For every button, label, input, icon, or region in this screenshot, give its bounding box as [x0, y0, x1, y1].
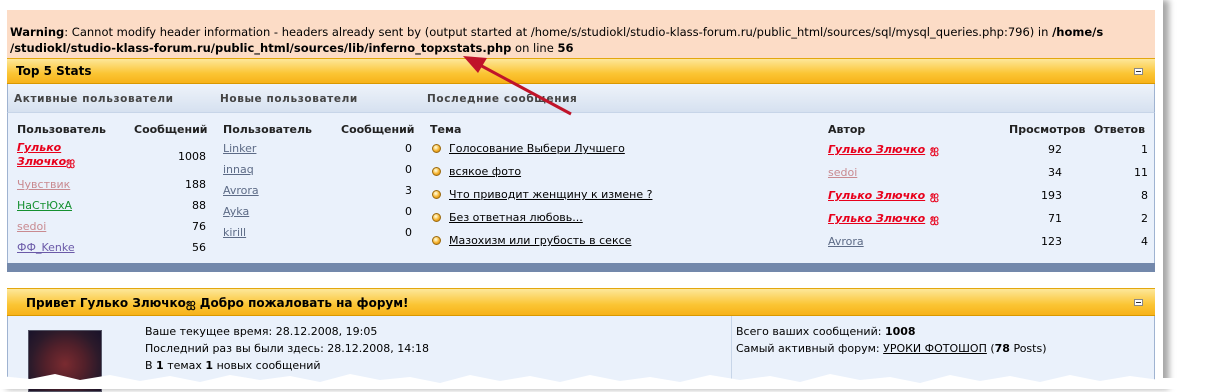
new-user-count: 0 [405, 205, 412, 218]
current-time-value: 28.12.2008, 19:05 [275, 325, 378, 338]
stats-section-headers: Активные пользователи Новые пользователи… [7, 84, 1155, 112]
active-user-count: 1008 [178, 150, 206, 163]
topic-icon [432, 144, 441, 153]
topic-link[interactable]: Что приводит женщину к измене ? [449, 188, 652, 201]
header-replies: Ответов [1094, 123, 1146, 136]
user-badge-icon: ஐ [66, 155, 75, 168]
torn-edge-shape [0, 374, 1220, 389]
new-user-name[interactable]: innaq [223, 163, 254, 176]
collapse-icon[interactable] [1134, 68, 1143, 75]
top-stats-title: Top 5 Stats [16, 64, 92, 78]
section-new-users: Новые пользователи [220, 93, 358, 105]
welcome-title: Привет Гулько Злючкоஐ Добро пожаловать н… [26, 296, 409, 312]
topic-replies: 8 [1141, 189, 1148, 202]
topic-author[interactable]: sedoi [828, 166, 857, 179]
topic-link[interactable]: Мазохизм или грубость в сексе [449, 234, 631, 247]
topic-link[interactable]: Голосование Выбери Лучшего [449, 142, 625, 155]
new-user-name[interactable]: Ayka [223, 205, 249, 218]
current-time-label: Ваше текущее время: [145, 325, 276, 338]
active-user-name[interactable]: Злючко [17, 155, 66, 168]
topic-author[interactable]: Гулько Злючко [828, 212, 925, 225]
new-user-count: 0 [405, 226, 412, 239]
total-posts: Всего ваших сообщений: 1008 [736, 325, 916, 338]
welcome-message: Добро пожаловать на форум! [195, 296, 409, 310]
welcome-header: Привет Гулько Злючкоஐ Добро пожаловать н… [7, 288, 1155, 316]
header-topic: Тема [430, 123, 462, 136]
header-messages-new: Сообщений [341, 123, 415, 136]
warning-path-2: /studiokl/studio-klass-forum.ru/public_h… [10, 41, 512, 55]
warning-line-number: 56 [557, 41, 574, 55]
new-user-name[interactable]: kirill [223, 226, 246, 239]
topic-link[interactable]: Без ответная любовь... [449, 211, 583, 224]
screenshot-frame: Warning: Cannot modify header informatio… [0, 0, 1163, 392]
last-visit: Последний раз вы были здесь: 28.12.2008,… [145, 342, 429, 355]
topic-replies: 1 [1141, 143, 1148, 156]
topic-replies: 11 [1134, 166, 1148, 179]
active-user-count: 88 [192, 199, 206, 212]
warning-text: : Cannot modify header information - hea… [64, 25, 1053, 39]
active-user-count: 76 [192, 220, 206, 233]
topic-link[interactable]: всякое фото [449, 165, 521, 178]
stats-footer-bar [7, 263, 1155, 272]
topic-icon [432, 236, 441, 245]
warning-path-1: /home/s [1052, 25, 1104, 39]
active-user-name[interactable]: Чувствик [17, 178, 70, 191]
active-forum-label: Самый активный форум: [736, 342, 884, 355]
topic-icon [432, 167, 441, 176]
active-user-count: 188 [185, 178, 206, 191]
user-badge-icon: ஐ [930, 143, 939, 156]
new-user-name[interactable]: Avrora [223, 184, 259, 197]
active-user-name[interactable]: НаСтЮхА [17, 199, 72, 212]
user-badge-icon: ஐ [930, 189, 939, 202]
active-forum-paren: ( [986, 342, 995, 355]
php-warning: Warning: Cannot modify header informatio… [7, 10, 1155, 58]
section-latest-posts: Последние сообщения [427, 93, 578, 105]
new-user-count: 0 [405, 163, 412, 176]
topic-replies: 2 [1141, 212, 1148, 225]
warning-on-line: on line [511, 41, 558, 55]
torn-edge [0, 374, 1220, 389]
active-user-1[interactable]: Гулько Злючкоஐ [17, 141, 75, 169]
most-active-forum: Самый активный форум: УРОКИ ФОТОШОП (78 … [736, 342, 1047, 355]
active-user-name[interactable]: ФФ_Kenke [17, 241, 75, 254]
topic-icon [432, 190, 441, 199]
total-posts-label: Всего ваших сообщений: [736, 325, 885, 338]
topic-views: 123 [1041, 235, 1062, 248]
new-user-count: 0 [405, 142, 412, 155]
warning-label: Warning [10, 25, 65, 39]
topic-author[interactable]: Гулько Злючко [828, 189, 925, 202]
header-messages: Сообщений [134, 123, 208, 136]
header-user: Пользователь [17, 123, 106, 136]
collapse-icon[interactable] [1134, 299, 1143, 306]
active-forum-link[interactable]: УРОКИ ФОТОШОП [883, 342, 987, 355]
top-stats-header: Top 5 Stats [7, 58, 1155, 84]
active-user-name[interactable]: Гулько [17, 141, 61, 154]
header-author: Автор [828, 123, 866, 136]
last-visit-value: 28.12.2008, 14:18 [327, 342, 429, 355]
topic-views: 92 [1048, 143, 1062, 156]
welcome-greeting: Привет Гулько Злючко [26, 296, 186, 310]
header-user-new: Пользователь [223, 123, 312, 136]
header-views: Просмотров [1009, 123, 1086, 136]
active-user-count: 56 [192, 241, 206, 254]
active-forum-posts-suffix: Posts) [1009, 342, 1047, 355]
topic-replies: 4 [1141, 235, 1148, 248]
total-posts-value: 1008 [884, 325, 916, 338]
section-active-users: Активные пользователи [14, 93, 174, 105]
new-user-count: 3 [405, 184, 412, 197]
user-badge-icon: ஐ [930, 212, 939, 225]
active-user-name[interactable]: sedoi [17, 220, 46, 233]
topic-views: 71 [1048, 212, 1062, 225]
top-stats-table: Пользователь Сообщений Пользователь Сооб… [7, 112, 1155, 263]
last-visit-label: Последний раз вы были здесь: [145, 342, 328, 355]
current-time: Ваше текущее время: 28.12.2008, 19:05 [145, 325, 377, 338]
new-user-name[interactable]: Linker [223, 142, 256, 155]
topic-author[interactable]: Avrora [828, 235, 864, 248]
topic-views: 193 [1041, 189, 1062, 202]
topic-views: 34 [1048, 166, 1062, 179]
topic-author[interactable]: Гулько Злючко [828, 143, 925, 156]
user-badge-icon: ஐ [185, 296, 196, 310]
active-forum-posts: 78 [994, 342, 1010, 355]
topic-icon [432, 213, 441, 222]
